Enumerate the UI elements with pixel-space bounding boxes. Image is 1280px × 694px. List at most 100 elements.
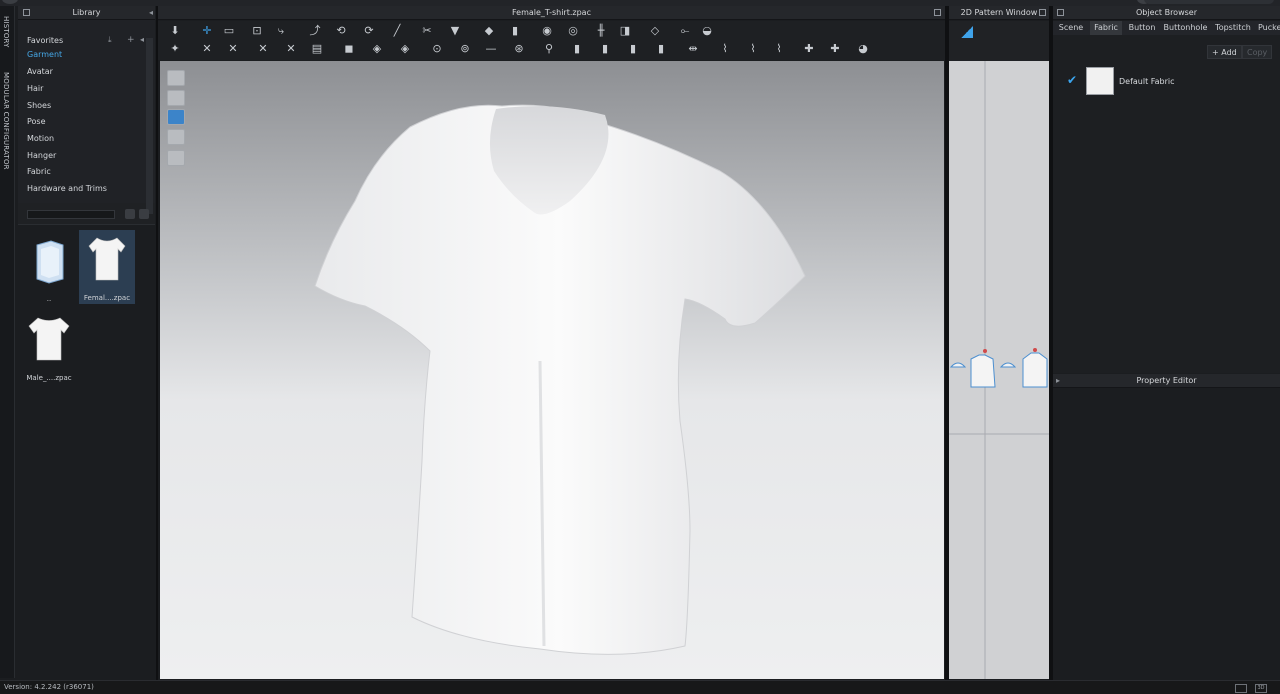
copy-fabric-button[interactable]: Copy bbox=[1242, 45, 1273, 59]
fabric-swatch[interactable] bbox=[1086, 67, 1114, 95]
library-item-shoes[interactable]: Shoes bbox=[27, 101, 51, 110]
tab-button[interactable]: Button bbox=[1127, 21, 1157, 35]
avatar-measure-icon[interactable]: ✕ bbox=[200, 42, 214, 56]
file-label: .. bbox=[46, 295, 52, 303]
layer-icon[interactable]: ◉ bbox=[540, 24, 554, 38]
snap-icon[interactable]: ⊛ bbox=[512, 42, 526, 56]
checkmark-icon[interactable]: ✔ bbox=[1067, 73, 1077, 87]
add-folder-icon[interactable]: + bbox=[127, 35, 135, 45]
select-icon[interactable]: ⬇ bbox=[168, 24, 182, 38]
file-parent-folder[interactable]: .. bbox=[21, 231, 77, 305]
button-icon[interactable]: ⊙ bbox=[430, 42, 444, 56]
history-tab[interactable]: HISTORY bbox=[2, 16, 10, 48]
library-item-favorites[interactable]: Favorites bbox=[27, 36, 63, 45]
lasso-icon[interactable]: ◒ bbox=[700, 24, 714, 38]
trim-icon[interactable]: ◕ bbox=[856, 42, 870, 56]
zipper-icon[interactable]: ⌇ bbox=[718, 42, 732, 56]
undock-icon[interactable] bbox=[934, 9, 941, 16]
tshirt-3d-model[interactable] bbox=[160, 61, 944, 679]
library-scrollbar[interactable] bbox=[146, 38, 153, 214]
pattern-edit-icon[interactable] bbox=[961, 26, 973, 38]
layout-split-icon[interactable] bbox=[1235, 684, 1247, 693]
avatar-circ-icon[interactable]: ✕ bbox=[284, 42, 298, 56]
fold-icon[interactable]: ⤷ bbox=[274, 24, 288, 38]
reset-icon[interactable]: ▮ bbox=[626, 42, 640, 56]
arrange-alt-icon[interactable]: ▮ bbox=[598, 42, 612, 56]
zipper-slider-icon[interactable]: ⌇ bbox=[772, 42, 786, 56]
version-label: Version: 4.2.242 (r36071) bbox=[4, 683, 94, 691]
modular-configurator-tab[interactable]: MODULAR CONFIGURATOR bbox=[2, 72, 10, 170]
avatar-point-icon[interactable]: ✕ bbox=[226, 42, 240, 56]
needle-icon[interactable]: ╫ bbox=[594, 24, 608, 38]
shirt-tool-icon[interactable]: ▼ bbox=[448, 24, 462, 38]
rotate-icon[interactable]: ⟳ bbox=[362, 24, 376, 38]
library-panel: Library ◂ Favorites Garment Avatar Hair … bbox=[18, 6, 155, 678]
add-fabric-button[interactable]: + Add bbox=[1207, 45, 1242, 59]
tack-icon[interactable]: ▮ bbox=[508, 24, 522, 38]
library-item-hair[interactable]: Hair bbox=[27, 84, 43, 93]
fold-arrange-icon[interactable]: ◆ bbox=[482, 24, 496, 38]
male-tshirt-icon bbox=[28, 317, 70, 361]
undock-icon[interactable] bbox=[23, 9, 30, 16]
box-select-icon[interactable]: ▭ bbox=[222, 24, 236, 38]
undock-icon[interactable] bbox=[1057, 9, 1064, 16]
library-item-hanger[interactable]: Hanger bbox=[27, 151, 56, 160]
tab-buttonhole[interactable]: Buttonhole bbox=[1163, 21, 1208, 35]
transform-icon[interactable]: ⊡ bbox=[250, 24, 264, 38]
fabric-name[interactable]: Default Fabric bbox=[1119, 77, 1175, 86]
tab-topstitch[interactable]: Topstitch bbox=[1214, 21, 1252, 35]
line-icon[interactable]: ╱ bbox=[390, 24, 404, 38]
layer-clone-icon[interactable]: ◎ bbox=[566, 24, 580, 38]
pattern-2d-view[interactable] bbox=[949, 61, 1049, 679]
avatar-edit-icon[interactable]: ▤ bbox=[310, 42, 324, 56]
tab-pucker[interactable]: Pucke bbox=[1258, 21, 1280, 35]
collapse-arrow-icon[interactable]: ◂ bbox=[149, 6, 153, 20]
move-icon[interactable]: ✛ bbox=[200, 24, 214, 38]
undock-icon[interactable] bbox=[1039, 9, 1046, 16]
object-browser-tabs: Scene Fabric Button Buttonhole Topstitch… bbox=[1053, 21, 1280, 35]
measure-icon[interactable]: ◨ bbox=[618, 24, 632, 38]
3d-viewport[interactable] bbox=[160, 61, 944, 679]
panel-divider[interactable] bbox=[156, 6, 158, 680]
edit-curve-icon[interactable]: ◇ bbox=[648, 24, 662, 38]
library-item-pose[interactable]: Pose bbox=[27, 117, 46, 126]
arrange-icon[interactable]: ▮ bbox=[570, 42, 584, 56]
status-bar: Version: 4.2.242 (r36071) 3D bbox=[0, 680, 1280, 694]
tab-fabric[interactable]: Fabric bbox=[1090, 21, 1122, 35]
shirt-alt-icon[interactable]: ✚ bbox=[828, 42, 842, 56]
puckering-icon[interactable]: ✚ bbox=[802, 42, 816, 56]
download-icon[interactable]: ⤓ bbox=[108, 35, 112, 45]
expand-arrow-icon[interactable]: ▸ bbox=[1056, 374, 1060, 388]
texture-icon[interactable]: ◈ bbox=[398, 42, 412, 56]
buttonhole-icon[interactable]: ⊚ bbox=[458, 42, 472, 56]
graphic-select-icon[interactable]: ◈ bbox=[370, 42, 384, 56]
top-search-field[interactable] bbox=[1144, 0, 1274, 4]
library-item-hardware-trims[interactable]: Hardware and Trims bbox=[27, 184, 107, 193]
view-mode-icon[interactable] bbox=[139, 209, 149, 219]
library-item-avatar[interactable]: Avatar bbox=[27, 67, 53, 76]
library-search-input[interactable] bbox=[27, 210, 115, 219]
tab-scene[interactable]: Scene bbox=[1056, 21, 1086, 35]
library-item-fabric[interactable]: Fabric bbox=[27, 167, 51, 176]
library-title: Library bbox=[72, 8, 101, 17]
file-male-tshirt[interactable]: Male_....zpac bbox=[21, 310, 77, 384]
library-item-motion[interactable]: Motion bbox=[27, 134, 54, 143]
pin-icon[interactable]: ⤴ bbox=[308, 24, 322, 38]
graphic-icon[interactable]: ◼ bbox=[342, 42, 356, 56]
zip-icon[interactable]: ⟜ bbox=[678, 24, 692, 38]
library-item-garment[interactable]: Garment bbox=[27, 50, 62, 59]
view-3d-button[interactable]: 3D bbox=[1255, 684, 1267, 693]
cut-icon[interactable]: ✂ bbox=[420, 24, 434, 38]
resize-icon[interactable]: ⇹ bbox=[686, 42, 700, 56]
pattern-pieces[interactable] bbox=[949, 61, 1049, 679]
refresh-icon[interactable] bbox=[125, 209, 135, 219]
line-measure-icon[interactable]: — bbox=[484, 42, 498, 56]
avatar-pose-icon[interactable]: ✦ bbox=[168, 42, 182, 56]
file-female-tshirt[interactable]: Femal....zpac bbox=[79, 230, 135, 304]
pin-avatar-icon[interactable]: ⚲ bbox=[542, 42, 556, 56]
avatar-length-icon[interactable]: ✕ bbox=[256, 42, 270, 56]
zipper-alt-icon[interactable]: ⌇ bbox=[746, 42, 760, 56]
fold-detail-icon[interactable]: ▮ bbox=[654, 42, 668, 56]
stretch-icon[interactable]: ⟲ bbox=[334, 24, 348, 38]
back-arrow-icon[interactable]: ◂ bbox=[140, 35, 144, 44]
